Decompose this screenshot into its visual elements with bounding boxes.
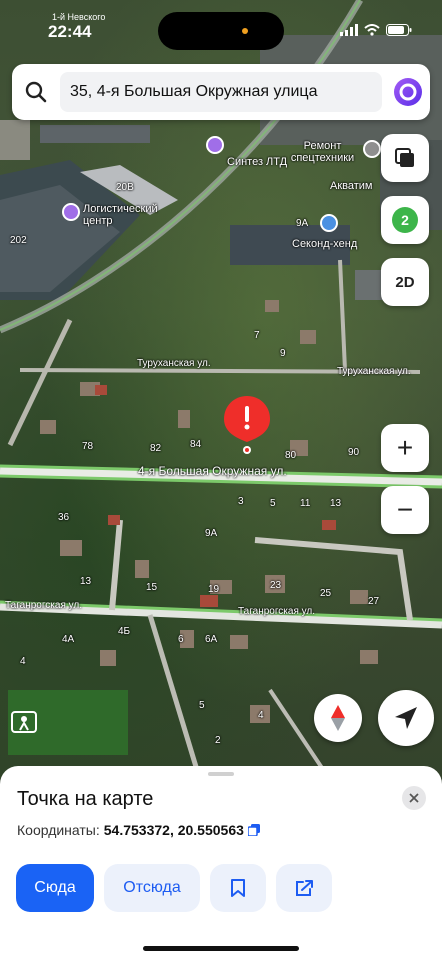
close-icon bbox=[409, 793, 419, 803]
wifi-icon bbox=[364, 24, 380, 36]
house-number: 78 bbox=[82, 441, 94, 452]
house-number: 11 bbox=[300, 498, 311, 509]
house-number: 7 bbox=[254, 330, 260, 341]
search-bar[interactable]: 35, 4-я Большая Окружная улица bbox=[12, 64, 430, 120]
action-row: Сюда Отсюда bbox=[16, 864, 332, 912]
house-number: 4А bbox=[62, 634, 75, 645]
share-button[interactable] bbox=[276, 864, 332, 912]
house-number: 202 bbox=[10, 235, 27, 246]
alice-icon bbox=[394, 78, 422, 106]
house-number: 13 bbox=[80, 576, 92, 587]
status-subtitle: 1-й Невского bbox=[52, 12, 106, 22]
search-icon bbox=[25, 81, 47, 103]
street-label: Туруханская ул. bbox=[137, 358, 211, 369]
alice-button[interactable] bbox=[386, 77, 430, 107]
house-number: 9А bbox=[296, 218, 309, 229]
coordinates-value[interactable]: 54.753372, 20.550563 bbox=[104, 822, 244, 838]
house-number: 82 bbox=[150, 443, 162, 454]
house-number: 2 bbox=[215, 735, 221, 746]
my-location-button[interactable] bbox=[378, 690, 434, 746]
zoom-in-button[interactable]: + bbox=[381, 424, 429, 472]
sheet-handle[interactable] bbox=[208, 772, 234, 776]
poi-marker-icon bbox=[62, 203, 80, 221]
house-number: 9А bbox=[205, 528, 218, 539]
poi-second-hand[interactable] bbox=[320, 214, 338, 232]
dynamic-island bbox=[158, 12, 284, 50]
house-number: 9 bbox=[280, 348, 286, 359]
street-label: 4-я Большая Окружная ул. bbox=[138, 464, 287, 478]
poi-second-hand-label: Секонд-хенд bbox=[292, 238, 358, 250]
route-to-here-button[interactable]: Сюда bbox=[16, 864, 94, 912]
shirt-icon bbox=[320, 214, 338, 232]
poi-akvatim-label: Акватим bbox=[330, 180, 373, 192]
house-number: 80 bbox=[285, 450, 297, 461]
poi-label: Логистический центр bbox=[83, 203, 158, 228]
copy-icon[interactable] bbox=[247, 824, 260, 836]
house-number: 90 bbox=[348, 447, 360, 458]
locate-arrow-icon bbox=[395, 707, 417, 729]
poi-marker-icon bbox=[206, 136, 224, 154]
house-number: 3 bbox=[238, 496, 244, 507]
status-icons bbox=[340, 24, 412, 36]
poi-label: Ремонт спецтехники bbox=[290, 140, 355, 165]
status-time: 22:44 bbox=[48, 22, 92, 41]
panorama-icon bbox=[11, 711, 37, 733]
layers-icon bbox=[395, 148, 414, 167]
home-indicator[interactable] bbox=[143, 946, 299, 951]
compass-icon bbox=[331, 705, 345, 731]
house-number: 5 bbox=[270, 498, 276, 509]
poi-sintez[interactable]: Синтез ЛТД bbox=[206, 136, 287, 168]
search-icon-wrap[interactable] bbox=[12, 81, 60, 103]
house-number: 15 bbox=[146, 582, 158, 593]
street-label: Туруханская ул. bbox=[337, 366, 411, 377]
close-button[interactable] bbox=[402, 786, 426, 810]
house-number: 27 bbox=[368, 596, 380, 607]
house-number: 5 bbox=[199, 700, 205, 711]
mode-2d-button[interactable]: 2D bbox=[381, 258, 429, 306]
status-bar: 1-й Невского 22:44 bbox=[0, 0, 442, 56]
poi-repair[interactable]: Ремонт спецтехники bbox=[285, 140, 381, 164]
battery-icon bbox=[386, 24, 412, 36]
street-label: Таганрогская ул. bbox=[5, 600, 83, 611]
coordinates-label: Координаты: bbox=[17, 822, 100, 838]
house-number: 19 bbox=[208, 584, 220, 595]
house-number: 4Б bbox=[118, 626, 131, 637]
poi-label: Синтез ЛТД bbox=[227, 156, 288, 168]
house-number: 84 bbox=[190, 439, 202, 450]
panorama-button[interactable] bbox=[10, 708, 38, 736]
compass-button[interactable] bbox=[314, 694, 362, 742]
house-number: 6А bbox=[205, 634, 218, 645]
zoom-out-button[interactable]: − bbox=[381, 486, 429, 534]
signal-icon bbox=[340, 24, 358, 36]
traffic-level-badge: 2 bbox=[392, 207, 418, 233]
poi-logistics[interactable]: Логистический центр bbox=[62, 203, 163, 227]
map-pin-icon bbox=[224, 396, 270, 454]
layers-button[interactable] bbox=[381, 134, 429, 182]
coordinates-row: Координаты: 54.753372, 20.550563 bbox=[17, 822, 260, 838]
search-input[interactable]: 35, 4-я Большая Окружная улица bbox=[60, 72, 382, 112]
share-icon bbox=[296, 880, 313, 896]
selected-point-pin[interactable] bbox=[222, 394, 272, 463]
house-number: 25 bbox=[320, 588, 332, 599]
house-number: 36 bbox=[58, 512, 70, 523]
house-number: 4 bbox=[20, 656, 26, 667]
house-number: 20В bbox=[116, 182, 134, 193]
house-number: 4 bbox=[258, 710, 264, 721]
traffic-button[interactable]: 2 bbox=[381, 196, 429, 244]
place-title: Точка на карте bbox=[17, 788, 154, 810]
route-from-here-button[interactable]: Отсюда bbox=[104, 864, 200, 912]
house-number: 23 bbox=[270, 580, 282, 591]
camera-indicator bbox=[242, 28, 248, 34]
place-card: Точка на карте Координаты: 54.753372, 20… bbox=[0, 766, 442, 960]
bookmark-icon bbox=[231, 879, 245, 897]
house-number: 6 bbox=[178, 634, 184, 645]
poi-marker-icon bbox=[363, 140, 381, 158]
house-number: 13 bbox=[330, 498, 342, 509]
street-label: Таганрогская ул. bbox=[238, 606, 316, 617]
bookmark-button[interactable] bbox=[210, 864, 266, 912]
